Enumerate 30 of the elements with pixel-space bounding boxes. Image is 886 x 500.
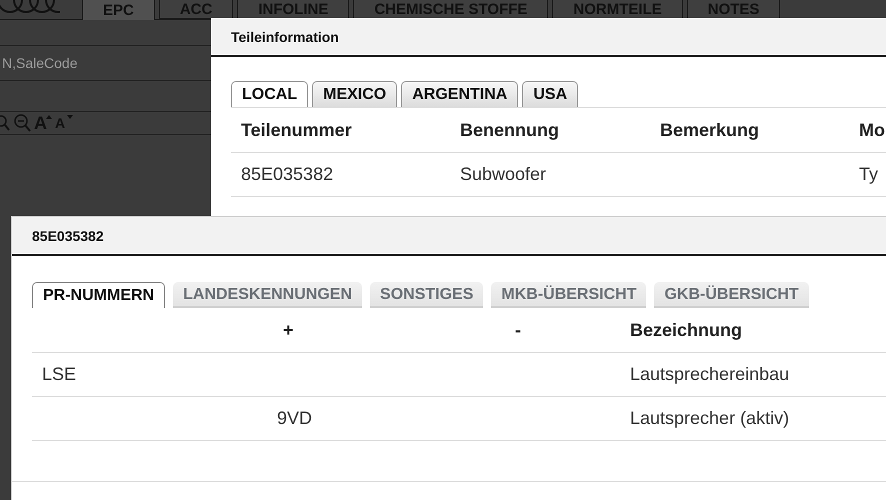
column-header: Bezeichnung — [629, 320, 744, 340]
table-cell-text: Lautsprechereinbau — [629, 364, 790, 385]
rings-logo-icon — [0, 0, 60, 16]
zoom-in-icon[interactable] — [0, 115, 10, 131]
table-cell-text: 85E035382 — [240, 164, 334, 185]
app-tab[interactable]: EPC — [82, 0, 155, 20]
tab[interactable]: ARGENTINA — [401, 81, 518, 107]
tab[interactable]: GKB-ÜBERSICHT — [654, 282, 809, 308]
tab[interactable]: MKB-ÜBERSICHT — [491, 282, 646, 308]
zoom-out-icon[interactable] — [13, 114, 31, 132]
column-header: Benennung — [459, 120, 560, 140]
column-header: Teilenummer — [240, 120, 353, 140]
tab[interactable]: MEXICO — [312, 81, 398, 107]
table-cell-text: 9VD — [276, 408, 314, 429]
table-cell-text: LSE — [41, 364, 78, 385]
search-field[interactable]: N,SaleCode — [2, 55, 202, 71]
tab[interactable]: USA — [522, 81, 578, 107]
column-header: - — [514, 320, 522, 340]
column-header: Bemerkung — [659, 120, 760, 140]
dialog-title: Teileinformation — [231, 28, 339, 44]
tab[interactable]: LOCAL — [231, 81, 308, 107]
table-cell-text: Lautsprecher (aktiv) — [629, 408, 790, 429]
dialog-title: 85E035382 — [32, 228, 104, 244]
column-header: Mo — [858, 120, 886, 140]
table-cell-text: Ty — [858, 164, 880, 185]
column-header: + — [282, 320, 295, 340]
table-cell-text: Subwoofer — [459, 164, 548, 185]
tab[interactable]: LANDESKENNUNGEN — [173, 282, 362, 308]
tab[interactable]: PR-NUMMERN — [32, 282, 166, 308]
tab[interactable]: SONSTIGES — [370, 282, 484, 308]
